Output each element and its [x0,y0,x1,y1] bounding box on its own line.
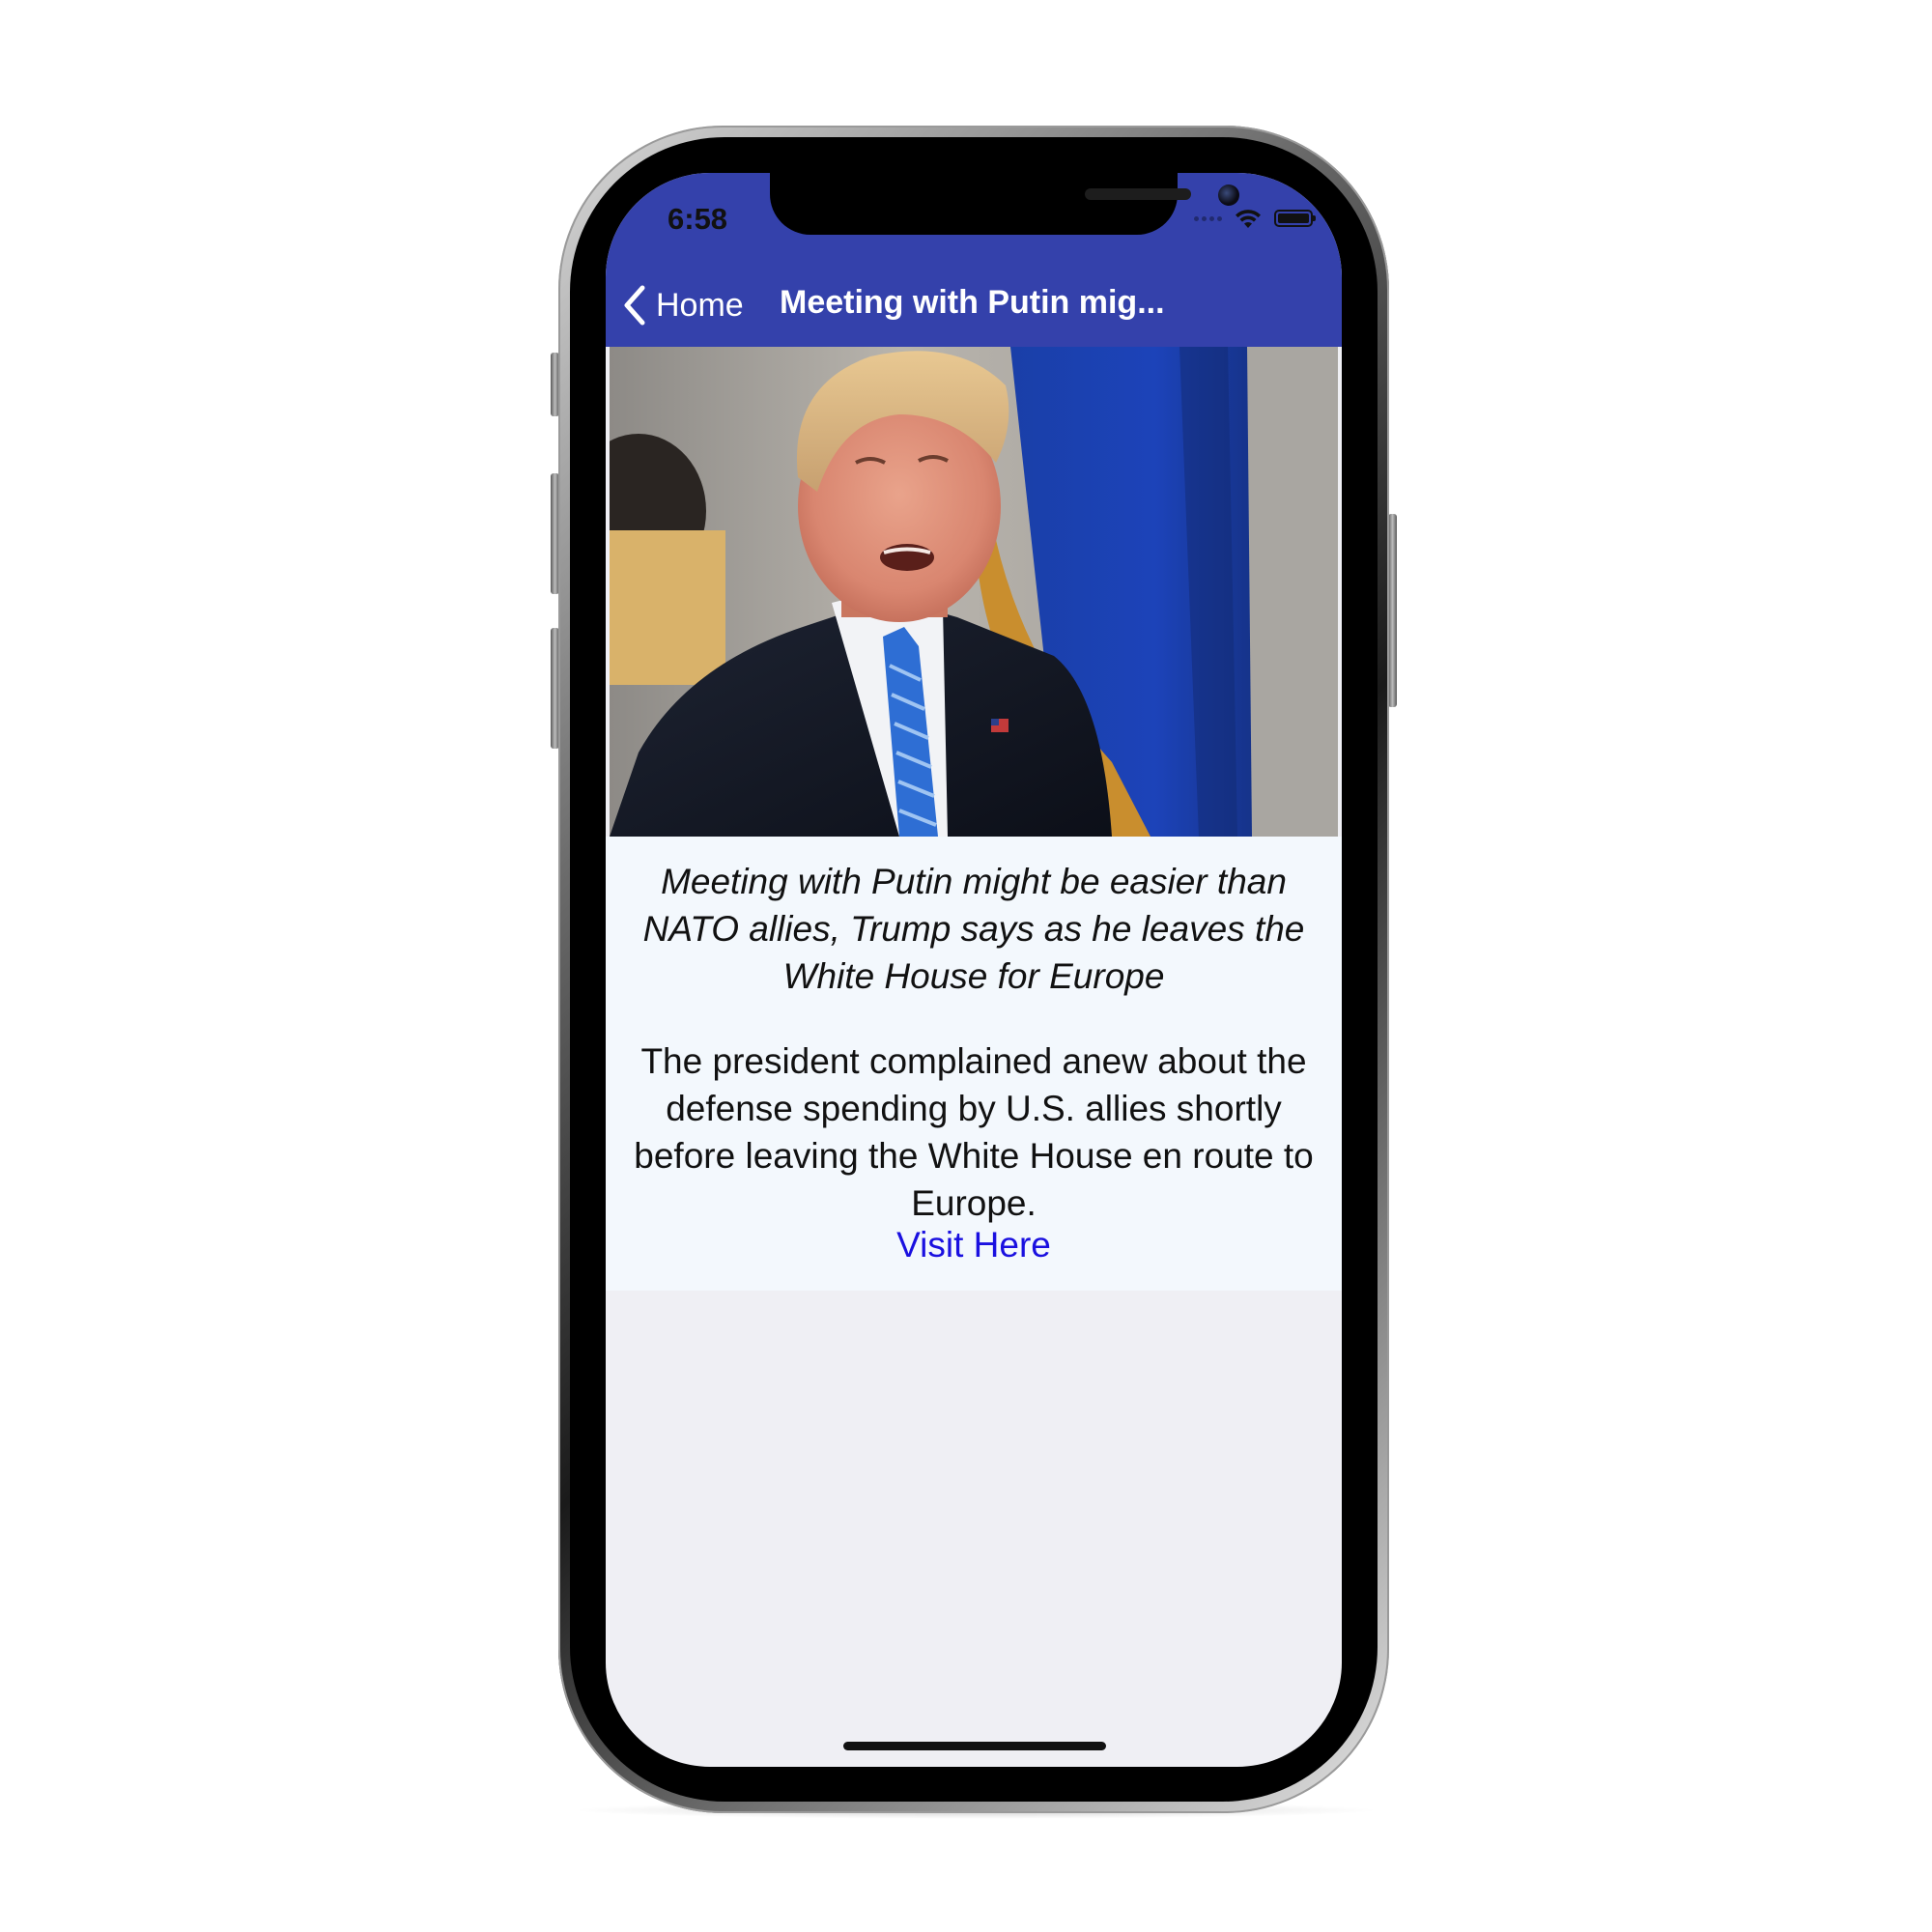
screen: 6:58 Home Meeting with Putin mig... Meet… [606,173,1342,1767]
page-title: Meeting with Putin mig... [780,284,1165,321]
article-summary: The president complained anew about the … [634,1041,1314,1223]
battery-icon [1274,210,1316,227]
back-button-label: Home [656,286,744,324]
power-button [1388,514,1397,707]
article-body: Meeting with Putin might be easier than … [606,837,1342,1291]
article-headline: Meeting with Putin might be easier than … [642,862,1305,996]
back-button[interactable]: Home [623,281,744,329]
home-indicator[interactable] [843,1742,1106,1750]
status-indicators [1194,206,1316,231]
status-time: 6:58 [668,202,728,236]
article-photo [610,347,1338,837]
visit-link[interactable]: Visit Here [606,1225,1342,1265]
front-camera [1218,185,1239,206]
speaker-grille [1085,188,1191,200]
notch [770,173,1239,235]
navigation-bar: 6:58 Home Meeting with Putin mig... [606,173,1342,347]
cellular-signal-icon [1194,215,1222,221]
news-photo-illustration [610,347,1338,837]
chevron-left-icon [624,285,645,326]
stage: 6:58 Home Meeting with Putin mig... Meet… [0,0,1932,1932]
wifi-icon [1236,210,1261,228]
